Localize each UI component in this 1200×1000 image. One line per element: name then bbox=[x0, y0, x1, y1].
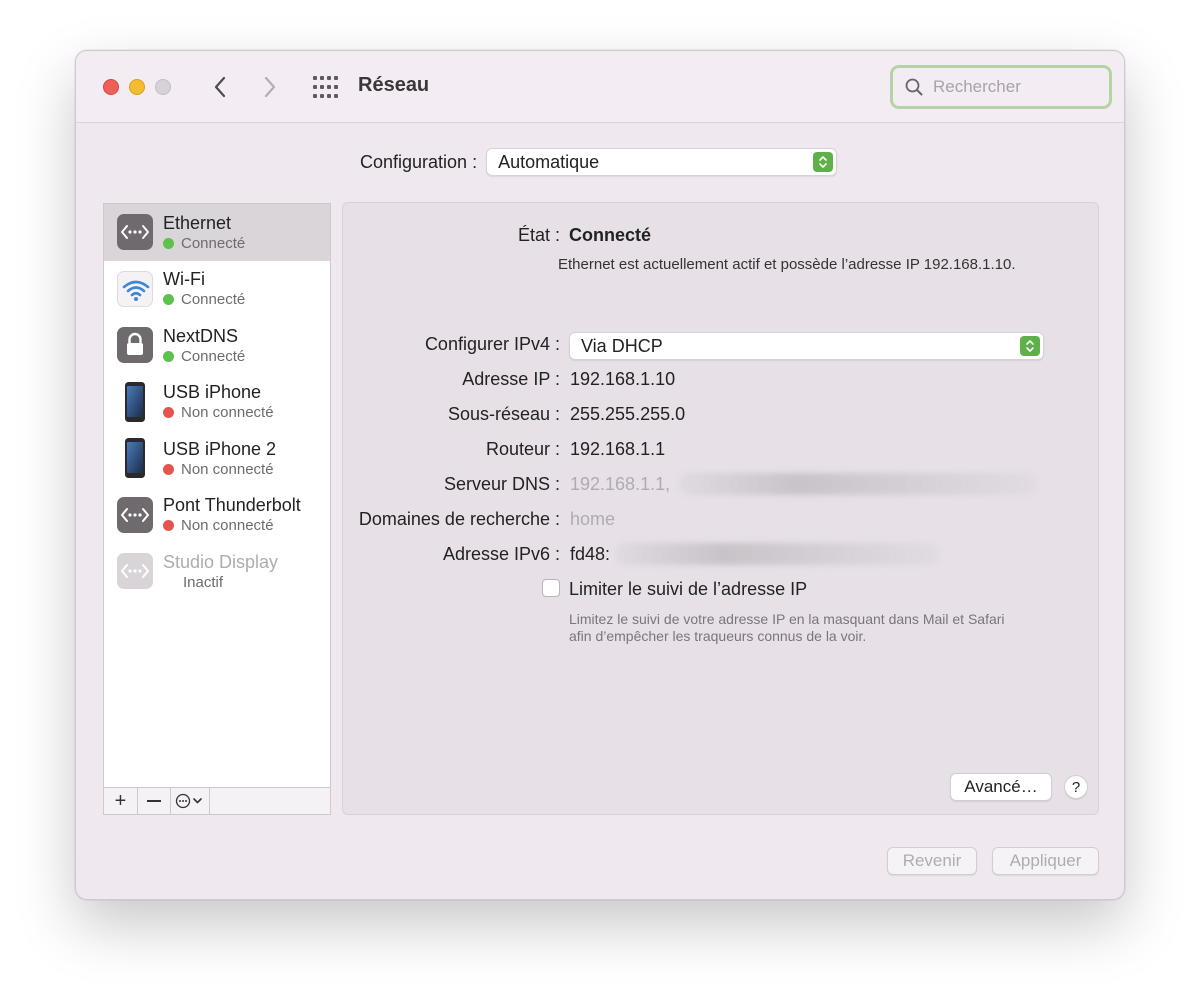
configuration-label: Configuration : bbox=[360, 151, 478, 172]
status-dot bbox=[163, 407, 174, 419]
service-name: Wi-Fi bbox=[163, 269, 205, 290]
service-status: Non connecté bbox=[181, 517, 274, 535]
subnet-label: Sous-réseau : bbox=[447, 404, 560, 424]
dns-server-label: Serveur DNS : bbox=[443, 474, 560, 494]
ethernet-icon bbox=[117, 553, 153, 590]
status-dot bbox=[163, 237, 174, 249]
service-status: Connecté bbox=[181, 347, 246, 365]
hint-line-1: Limitez le suivi de votre adresse IP en … bbox=[569, 611, 1005, 627]
limit-ip-tracking-label[interactable]: Limiter le suivi de l’adresse IP bbox=[569, 579, 807, 600]
search-domains-value: home bbox=[570, 509, 616, 529]
status-dot bbox=[163, 463, 174, 475]
status-dot bbox=[163, 520, 174, 532]
configuration-select[interactable]: Automatique bbox=[486, 148, 838, 176]
configuration-row: Configuration : Automatique bbox=[360, 148, 838, 176]
ethernet-icon bbox=[117, 496, 153, 533]
service-name: Pont Thunderbolt bbox=[163, 495, 301, 516]
service-item-nextdns[interactable]: NextDNS Connecté bbox=[104, 317, 330, 374]
status-dot bbox=[163, 350, 174, 362]
service-status: Connecté bbox=[181, 234, 246, 252]
service-status: Non connecté bbox=[181, 460, 274, 478]
back-button[interactable] bbox=[206, 73, 234, 101]
ethernet-icon bbox=[117, 214, 153, 251]
router-value: 192.168.1.1 bbox=[570, 439, 666, 459]
configure-ipv4-label: Configurer IPv4 : bbox=[424, 334, 560, 354]
wifi-icon bbox=[117, 270, 153, 307]
redacted-ipv6-blur bbox=[615, 543, 940, 565]
minus-icon bbox=[147, 800, 161, 802]
service-actions-menu-button[interactable] bbox=[171, 788, 210, 814]
search-domains-label: Domaines de recherche : bbox=[358, 509, 560, 529]
service-name: USB iPhone 2 bbox=[163, 438, 277, 459]
iphone-icon bbox=[117, 438, 153, 479]
service-name: Ethernet bbox=[163, 212, 232, 233]
lock-icon bbox=[117, 327, 153, 364]
iphone-icon bbox=[117, 381, 153, 422]
service-detail-panel: État : Connecté Ethernet est actuellemen… bbox=[342, 202, 1099, 815]
configure-ipv4-select[interactable]: Via DHCP bbox=[569, 332, 1044, 360]
remove-service-button[interactable] bbox=[138, 788, 171, 814]
router-label: Routeur : bbox=[485, 439, 560, 459]
redacted-dns-blur bbox=[679, 473, 1037, 495]
dns-server-value: 192.168.1.1, bbox=[570, 474, 671, 494]
chevron-left-icon bbox=[214, 76, 226, 98]
state-description: Ethernet est actuellement actif et possè… bbox=[558, 256, 1016, 273]
configure-ipv4-value: Via DHCP bbox=[581, 335, 663, 356]
apply-button[interactable]: Appliquer bbox=[992, 847, 1099, 875]
service-item-usb-iphone[interactable]: USB iPhone Non connecté bbox=[104, 374, 330, 431]
limit-ip-tracking-checkbox[interactable] bbox=[542, 579, 560, 597]
service-name: NextDNS bbox=[163, 325, 239, 346]
service-name: USB iPhone bbox=[163, 382, 262, 403]
search-field[interactable] bbox=[890, 65, 1112, 109]
title-bar: Réseau bbox=[76, 51, 1124, 123]
add-service-button[interactable]: + bbox=[104, 788, 138, 814]
subnet-value: 255.255.255.0 bbox=[570, 404, 686, 424]
service-status: Inactif bbox=[183, 573, 224, 591]
forward-button[interactable] bbox=[256, 73, 284, 101]
ipv6-address-value: fd48: bbox=[570, 544, 611, 564]
help-button[interactable]: ? bbox=[1064, 775, 1088, 799]
service-item-wifi[interactable]: Wi-Fi Connecté bbox=[104, 261, 330, 318]
stepper-icon bbox=[1020, 336, 1040, 356]
service-list: Ethernet Connecté Wi-Fi Connecté NextDNS… bbox=[103, 203, 331, 815]
close-window-button[interactable] bbox=[103, 79, 119, 95]
search-icon bbox=[905, 78, 923, 96]
service-item-thunderbolt-bridge[interactable]: Pont Thunderbolt Non connecté bbox=[104, 487, 330, 544]
service-item-studio-display[interactable]: Studio Display Inactif bbox=[104, 543, 330, 600]
ipv6-address-label: Adresse IPv6 : bbox=[442, 544, 560, 564]
service-list-toolbar: + bbox=[104, 787, 330, 814]
status-dot bbox=[163, 294, 174, 306]
service-status: Non connecté bbox=[181, 404, 274, 422]
minimize-window-button[interactable] bbox=[129, 79, 145, 95]
service-status: Connecté bbox=[181, 291, 246, 309]
service-item-ethernet[interactable]: Ethernet Connecté bbox=[104, 204, 330, 261]
zoom-window-button[interactable] bbox=[155, 79, 171, 95]
more-options-icon bbox=[175, 793, 202, 809]
limit-ip-tracking-hint: Limitez le suivi de votre adresse IP en … bbox=[569, 611, 1005, 645]
show-all-grid-button[interactable] bbox=[312, 75, 338, 99]
ip-address-label: Adresse IP : bbox=[462, 369, 560, 389]
network-preferences-window: Réseau Configuration : Automatique Ether… bbox=[75, 50, 1125, 900]
hint-line-2: afin d’empêcher les traqueurs connus de … bbox=[569, 628, 867, 644]
configuration-value: Automatique bbox=[498, 151, 600, 172]
revert-button[interactable]: Revenir bbox=[887, 847, 977, 875]
ip-address-value: 192.168.1.10 bbox=[570, 369, 676, 389]
service-name: Studio Display bbox=[163, 551, 279, 572]
state-label: État : bbox=[517, 225, 560, 245]
window-title: Réseau bbox=[358, 74, 430, 96]
state-value: Connecté bbox=[569, 225, 652, 245]
stepper-icon bbox=[813, 152, 834, 172]
advanced-button[interactable]: Avancé… bbox=[950, 773, 1052, 801]
service-item-usb-iphone-2[interactable]: USB iPhone 2 Non connecté bbox=[104, 430, 330, 487]
search-input[interactable] bbox=[933, 77, 1103, 97]
chevron-right-icon bbox=[264, 76, 276, 98]
